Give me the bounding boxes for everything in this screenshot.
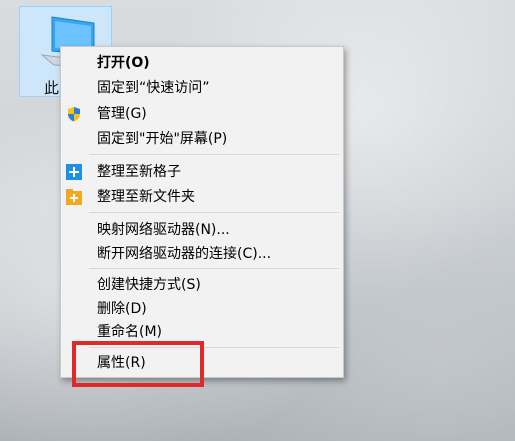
menu-item-label: 删除(D) <box>97 301 147 317</box>
menu-item-label: 管理(G) <box>97 106 147 122</box>
menu-item-new-folder[interactable]: 整理至新文件夹 <box>61 185 343 209</box>
plus-folder-icon <box>66 189 82 205</box>
menu-item-create-shortcut[interactable]: 创建快捷方式(S) <box>61 273 343 297</box>
menu-item-label: 整理至新文件夹 <box>97 189 195 205</box>
menu-item-new-grid[interactable]: 整理至新格子 <box>61 160 343 184</box>
menu-item-map-network-drive[interactable]: 映射网络驱动器(N)... <box>61 218 343 242</box>
plus-blue-icon <box>66 164 82 180</box>
menu-item-label: 固定到"开始"屏幕(P) <box>97 131 228 147</box>
menu-item-disconnect-network-drive[interactable]: 断开网络驱动器的连接(C)... <box>61 242 343 266</box>
menu-item-pin-start[interactable]: 固定到"开始"屏幕(P) <box>61 127 343 151</box>
menu-item-manage[interactable]: 管理(G) <box>61 102 343 126</box>
menu-item-label: 创建快捷方式(S) <box>97 277 201 293</box>
menu-separator <box>89 268 339 269</box>
highlight-annotation-box <box>72 341 204 387</box>
context-menu: 打开(O) 固定到“快速访问” 管理(G) 固定到"开始"屏幕(P) 整理至新格… <box>60 46 344 378</box>
menu-item-label: 固定到“快速访问” <box>97 80 210 96</box>
menu-item-label: 断开网络驱动器的连接(C)... <box>97 246 272 262</box>
menu-item-pin-quick-access[interactable]: 固定到“快速访问” <box>61 76 343 100</box>
menu-item-label: 映射网络驱动器(N)... <box>97 222 230 238</box>
shield-icon <box>66 106 82 122</box>
menu-separator <box>89 154 339 155</box>
menu-item-label: 整理至新格子 <box>97 164 181 180</box>
menu-separator <box>89 212 339 213</box>
menu-item-delete[interactable]: 删除(D) <box>61 297 343 321</box>
menu-item-label: 打开(O) <box>97 55 150 71</box>
menu-item-open[interactable]: 打开(O) <box>61 51 343 75</box>
